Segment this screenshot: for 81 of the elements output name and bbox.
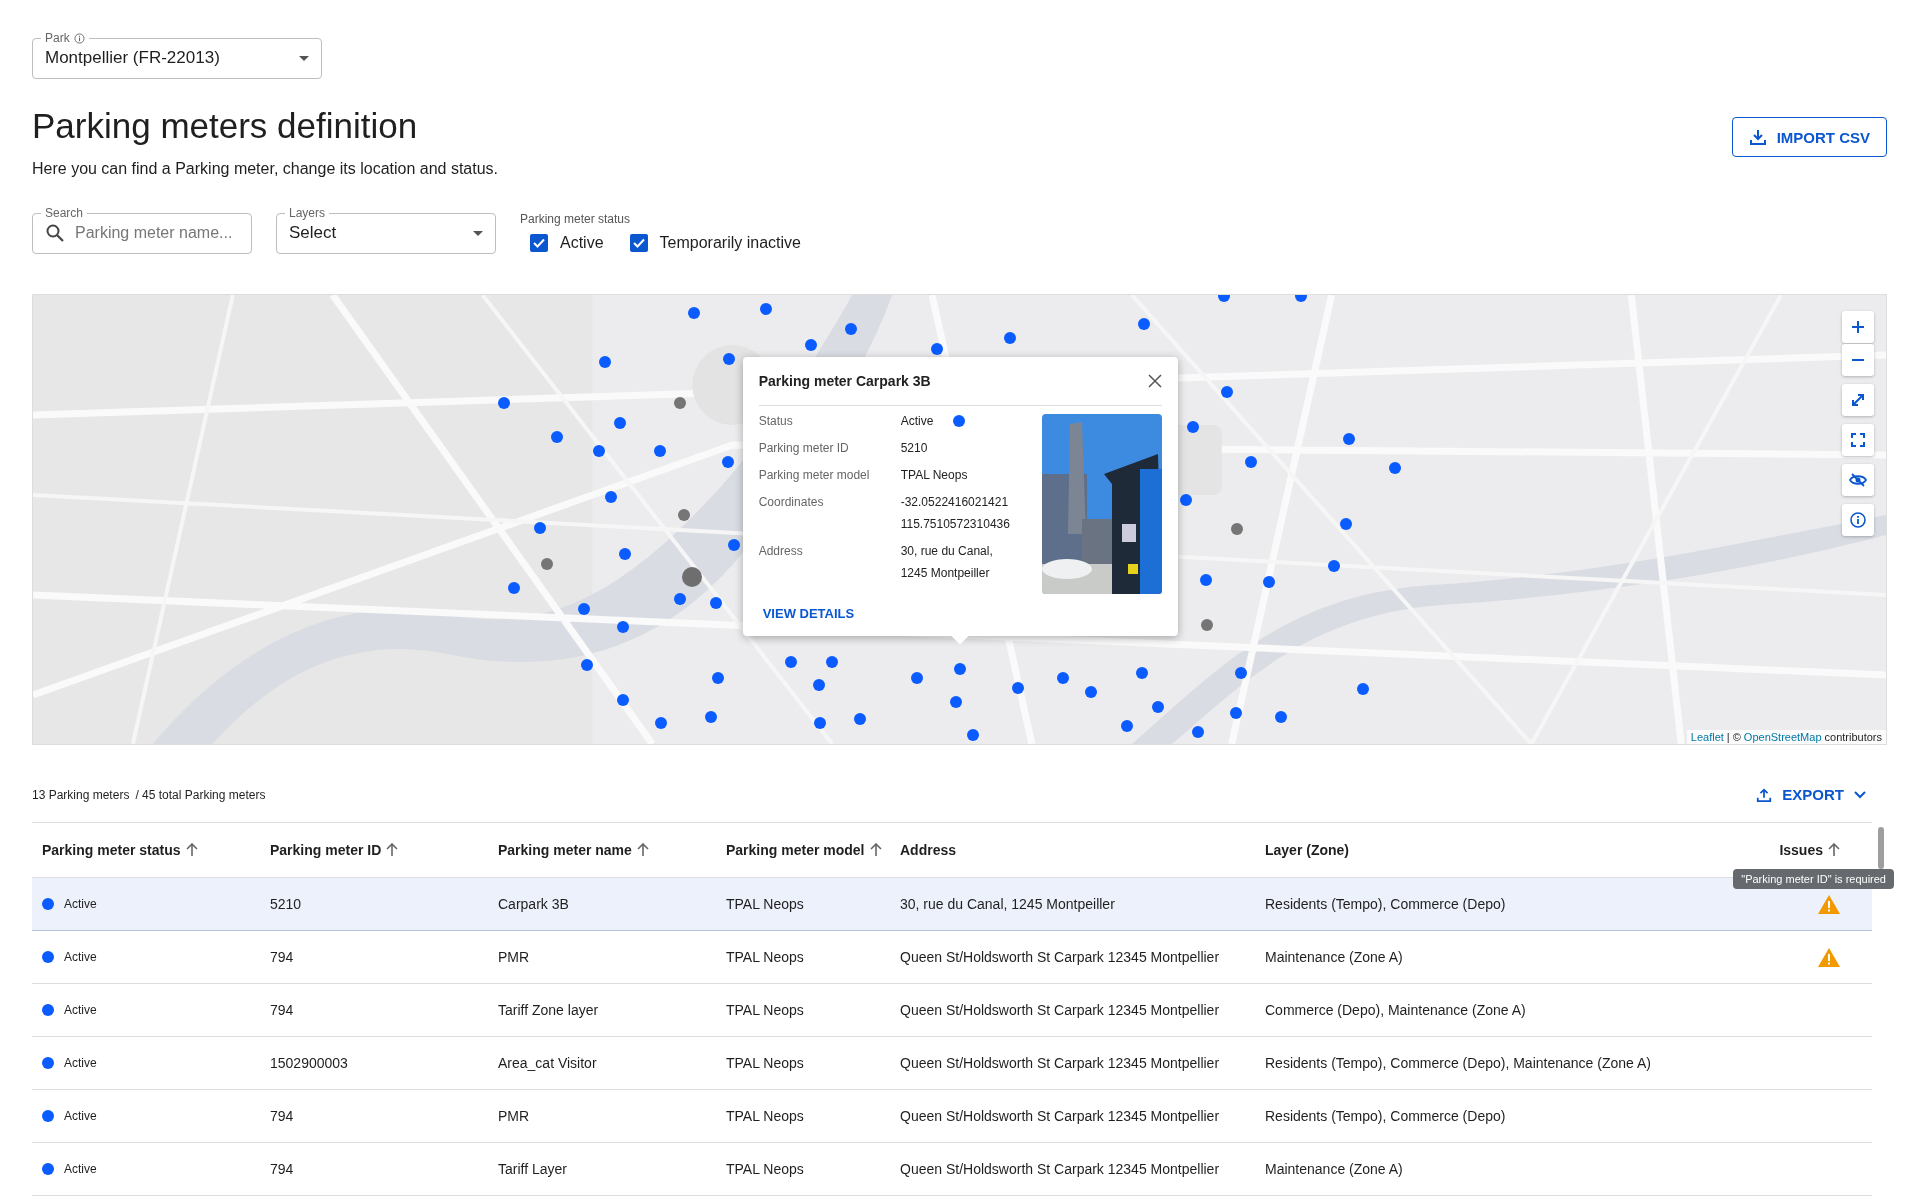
table-cell: Queen St/Holdsworth St Carpark 12345 Montpellier — [900, 949, 1220, 965]
status-filter-label: Parking meter status — [520, 212, 632, 226]
table-cell: Maintenance (Zone A) — [1265, 1161, 1403, 1177]
checkbox[interactable] — [530, 234, 548, 252]
table-cell: 794 — [270, 949, 294, 965]
table-cell: Tariff Zone layer — [498, 1002, 599, 1018]
info-icon — [73, 32, 85, 44]
caret-icon — [473, 230, 483, 236]
table-cell: TPAL Neops — [726, 896, 804, 912]
table-row[interactable]: Active 1502900003 Area_cat Visitor TPAL Neops Queen St/Holdsworth St Carpark 12345 Montpellier Residents (Tempo), Commerce (Depo), Maintenance (Zone A) — [32, 1037, 1872, 1090]
checkbox[interactable] — [629, 234, 648, 252]
column-header[interactable]: Issues — [1779, 842, 1840, 858]
table-cell: Commerce (Depo), Maintenance (Zone A) — [1265, 1002, 1526, 1018]
table-cell: 794 — [270, 1161, 294, 1177]
table-cell: 794 — [270, 1002, 294, 1018]
table-cell: Active — [64, 897, 97, 911]
table-cell: Active — [64, 1162, 97, 1176]
page-subtitle: Here you can find a Parking meter, change its location and status. — [32, 160, 499, 178]
chevron-down-icon — [1854, 790, 1866, 799]
layers-label: Layers — [289, 207, 326, 219]
sort-arrow-icon[interactable] — [386, 843, 399, 857]
table-cell: Residents (Tempo), Commerce (Depo) — [1265, 896, 1506, 912]
table-row[interactable]: Active 794 Tariff Layer TPAL Neops Queen St/Holdsworth St Carpark 12345 Montpellier Maintenance (Zone A) — [32, 1143, 1872, 1196]
table-cell: Residents (Tempo), Commerce (Depo), Maintenance (Zone A) — [1265, 1055, 1651, 1071]
table-cell: Active — [64, 950, 97, 964]
column-header[interactable]: Parking meter name — [498, 842, 649, 858]
column-header[interactable]: Parking meter model — [726, 842, 882, 858]
column-header[interactable]: Address — [900, 842, 957, 858]
table-cell: PMR — [498, 1108, 530, 1124]
column-header[interactable]: Parking meter status — [42, 842, 198, 858]
table-cell: Queen St/Holdsworth St Carpark 12345 Montpellier — [900, 1108, 1220, 1124]
table-cell: Area_cat Visitor — [498, 1055, 597, 1071]
table-cell: TPAL Neops — [726, 949, 804, 965]
park-select[interactable]: Park Montpellier (FR-22013) — [32, 32, 322, 79]
table-row[interactable]: Active 794 PMR TPAL Neops Queen St/Holdsworth St Carpark 12345 Montpellier Maintenance (Zone A) — [32, 931, 1872, 984]
download-icon — [1748, 128, 1767, 146]
table-cell: Residents (Tempo), Commerce (Depo) — [1265, 1108, 1506, 1124]
import-csv-button[interactable]: IMPORT CSV — [1731, 117, 1887, 157]
column-header[interactable]: Layer (Zone) — [1265, 842, 1349, 858]
sort-arrow-icon[interactable] — [185, 843, 198, 857]
table-row[interactable]: Active 794 Tariff Zone layer TPAL Neops Queen St/Holdsworth St Carpark 12345 Montpellier Commerce (Depo), Maintenance (Zone A) — [32, 984, 1872, 1037]
checkbox-label: Temporarily inactive — [659, 234, 801, 252]
table-cell: TPAL Neops — [726, 1055, 804, 1071]
table-cell: Queen St/Holdsworth St Carpark 12345 Montpellier — [900, 1161, 1220, 1177]
export-button[interactable]: EXPORT — [1750, 785, 1872, 804]
table-cell: Active — [64, 1109, 97, 1123]
table-cell: 5210 — [270, 896, 302, 912]
table-cell: TPAL Neops — [726, 1108, 804, 1124]
table-cell: 30, rue du Canal, 1245 Montpeiller — [900, 896, 1115, 912]
park-value: Montpellier (FR-22013) — [45, 48, 221, 68]
table-cell: Queen St/Holdsworth St Carpark 12345 Montpellier — [900, 1055, 1220, 1071]
table-cell: Active — [64, 1056, 97, 1070]
table-cell: TPAL Neops — [726, 1161, 804, 1177]
table-cell: 1502900003 — [270, 1055, 348, 1071]
layers-select[interactable]: Layers Select — [276, 207, 496, 254]
search-label: Search — [45, 207, 84, 219]
table-cell: PMR — [498, 949, 530, 965]
tooltip: "Parking meter ID" is required — [1733, 869, 1894, 889]
upload-icon — [1756, 786, 1773, 803]
table-cell: TPAL Neops — [726, 1002, 804, 1018]
table-cell: 794 — [270, 1108, 294, 1124]
scrollbar[interactable] — [1878, 827, 1884, 869]
table-cell: Tariff Layer — [498, 1161, 567, 1177]
total-count: / 45 total Parking meters — [135, 787, 266, 802]
sort-arrow-icon[interactable] — [869, 843, 882, 857]
table-row[interactable]: Active 794 PMR TPAL Neops Queen St/Holdsworth St Carpark 12345 Montpellier Residents (Tempo), Commerce (Depo) — [32, 1090, 1872, 1143]
sort-arrow-icon[interactable] — [1828, 843, 1840, 857]
caret-icon — [299, 55, 309, 61]
table-cell: Carpark 3B — [498, 896, 569, 912]
search-icon — [45, 223, 65, 243]
page-title: Parking meters definition — [32, 106, 419, 146]
table-cell: Maintenance (Zone A) — [1265, 949, 1403, 965]
meter-count: 13 Parking meters — [32, 787, 130, 802]
layers-value: Select — [289, 223, 338, 243]
checkbox-label: Active — [560, 234, 604, 252]
search-field[interactable]: Search Parking meter name... — [32, 207, 252, 254]
table-cell: Active — [64, 1003, 97, 1017]
sort-arrow-icon[interactable] — [636, 843, 649, 857]
table-cell: Queen St/Holdsworth St Carpark 12345 Montpellier — [900, 1002, 1220, 1018]
park-label: Park — [45, 32, 70, 44]
column-header[interactable]: Parking meter ID — [270, 842, 399, 858]
